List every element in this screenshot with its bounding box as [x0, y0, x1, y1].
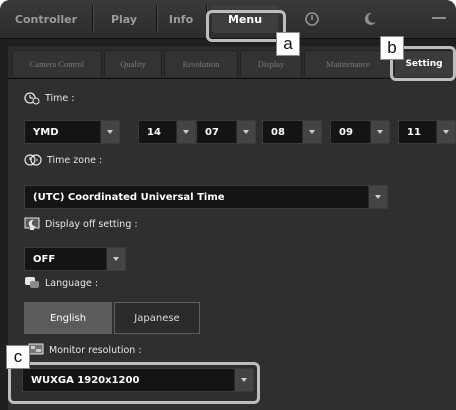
language-japanese-button[interactable]: Japanese [114, 302, 200, 334]
tab-play[interactable]: Play [92, 5, 157, 33]
display-off-select[interactable]: OFF [24, 247, 126, 271]
monitor-resolution-label: Monitor resolution : [28, 343, 142, 357]
language-label: Language : [24, 276, 98, 290]
chevron-down-icon [236, 121, 255, 143]
tab-maintenance[interactable]: Maintenance [304, 50, 392, 77]
chevron-down-icon [100, 121, 119, 143]
timezone-select[interactable]: (UTC) Coordinated Universal Time [24, 185, 388, 209]
tab-controller[interactable]: Controller [0, 5, 93, 33]
timezone-label: Time zone : [24, 153, 102, 167]
time-label: Time : [24, 91, 74, 105]
language-english-button[interactable]: English [24, 302, 112, 334]
date-format-select[interactable]: YMD [24, 120, 120, 144]
display-off-icon [24, 217, 40, 230]
callout-b: b [380, 36, 404, 60]
day-select[interactable]: 08 [262, 120, 322, 144]
month-select[interactable]: 07 [196, 120, 256, 144]
setting-panel: Time : YMD 14 07 08 09 11 Time zone : (U… [8, 79, 456, 410]
chevron-down-icon [106, 248, 125, 270]
tab-camera-control[interactable]: Camera Control [12, 50, 102, 77]
tab-resolution[interactable]: Resolution [164, 50, 238, 77]
hour-select[interactable]: 09 [330, 120, 390, 144]
chevron-down-icon [176, 121, 195, 143]
moon-icon[interactable] [350, 5, 390, 33]
timezone-icon [24, 154, 42, 166]
power-icon[interactable] [292, 5, 332, 33]
year-select[interactable]: 14 [138, 120, 196, 144]
callout-a: a [276, 32, 300, 56]
minute-select[interactable]: 11 [398, 120, 456, 144]
callout-c: c [6, 345, 30, 369]
monitor-icon [28, 343, 44, 355]
clock-icon [24, 92, 40, 105]
tab-quality[interactable]: Quality [104, 50, 162, 77]
tab-info[interactable]: Info [156, 5, 207, 33]
chevron-down-icon [436, 121, 455, 143]
display-off-label: Display off setting : [24, 217, 138, 231]
device-screen: Controller Play Info Menu Camera Control… [0, 0, 456, 410]
highlight-monitor-resolution [8, 362, 260, 404]
chevron-down-icon [302, 121, 321, 143]
language-icon [25, 277, 39, 288]
chevron-down-icon [368, 186, 387, 208]
minimize-icon[interactable] [432, 17, 446, 19]
chevron-down-icon [370, 121, 389, 143]
highlight-menu-tab [206, 10, 286, 42]
